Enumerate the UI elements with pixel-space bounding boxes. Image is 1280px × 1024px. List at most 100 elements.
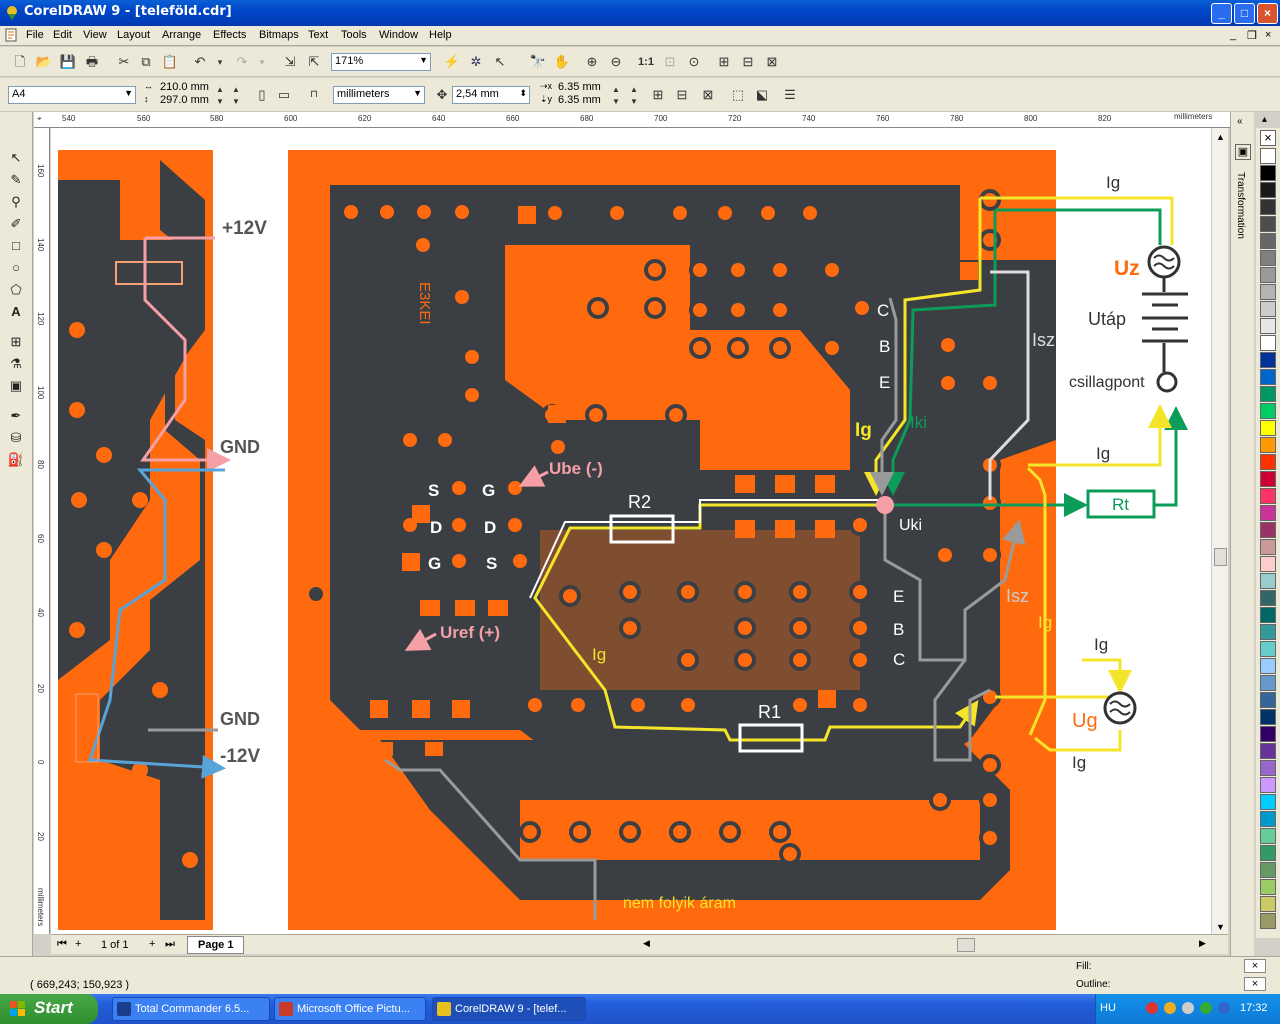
palette-swatch[interactable] — [1260, 573, 1276, 589]
palette-swatch[interactable] — [1260, 301, 1276, 317]
undo-icon[interactable]: ↶ — [190, 52, 210, 72]
scroll-left-icon[interactable]: ◀ — [643, 938, 650, 949]
whats-this-icon[interactable]: ↖ — [490, 52, 510, 72]
drawing-canvas[interactable]: +12V GND GND -12V E3KEI S D G G D S Ube … — [51, 128, 1211, 934]
palette-swatch[interactable] — [1260, 437, 1276, 453]
zoom-tool-icon[interactable]: 🔭 — [528, 52, 548, 72]
uki-node[interactable] — [876, 496, 894, 514]
zoom-out-icon[interactable]: ⊖ — [606, 52, 626, 72]
zoom-page-icon[interactable]: ⊞ — [714, 52, 734, 72]
last-page-icon[interactable]: ⏭ — [165, 938, 175, 951]
menu-arrange[interactable]: Arrange — [162, 29, 201, 41]
palette-swatch[interactable] — [1260, 539, 1276, 555]
palette-swatch[interactable] — [1260, 267, 1276, 283]
pcb-drawing[interactable]: +12V GND GND -12V E3KEI S D G G D S Ube … — [51, 128, 1211, 934]
open-icon[interactable]: 📂 — [34, 52, 54, 72]
doc-minimize-button[interactable]: _ — [1230, 29, 1236, 41]
vertical-scrollbar[interactable]: ▲ ▼ — [1211, 128, 1228, 934]
palette-swatch[interactable] — [1260, 182, 1276, 198]
palette-swatch[interactable] — [1260, 386, 1276, 402]
palette-swatch[interactable] — [1260, 709, 1276, 725]
menu-tools[interactable]: Tools — [341, 29, 367, 41]
snap-to-objects-icon[interactable]: ⊠ — [698, 85, 718, 105]
new-icon[interactable]: 🗋 — [10, 52, 30, 72]
palette-swatch[interactable] — [1260, 760, 1276, 776]
palette-swatch[interactable] — [1260, 675, 1276, 691]
palette-swatch[interactable] — [1260, 879, 1276, 895]
palette-swatch[interactable] — [1260, 250, 1276, 266]
palette-swatch[interactable] — [1260, 454, 1276, 470]
text-tool-icon[interactable]: A — [6, 302, 26, 322]
docker-tab-transformation[interactable]: Transformation — [1235, 172, 1246, 239]
taskbar-item-total-commander[interactable]: Total Commander 6.5... — [112, 997, 270, 1021]
palette-swatch[interactable] — [1260, 624, 1276, 640]
interactive-blend-tool-icon[interactable]: ⊞ — [6, 332, 26, 352]
zoom-level-select[interactable]: 171% ▼ — [331, 53, 431, 71]
zoom-selected-icon[interactable]: ⊡ — [660, 52, 680, 72]
menu-effects[interactable]: Effects — [213, 29, 246, 41]
doc-restore-button[interactable]: ❐ — [1247, 29, 1257, 42]
paper-size-select[interactable]: A4 ▼ — [8, 86, 136, 104]
palette-swatch[interactable] — [1260, 522, 1276, 538]
pan-tool-icon[interactable]: ✋ — [552, 52, 572, 72]
options-icon[interactable]: ☰ — [780, 85, 800, 105]
zoom-all-objects-icon[interactable]: ⊙ — [684, 52, 704, 72]
menu-bitmaps[interactable]: Bitmaps — [259, 29, 299, 41]
transformation-icon[interactable]: ▣ — [1235, 144, 1251, 160]
rectangle-tool-icon[interactable]: □ — [6, 236, 26, 256]
ellipse-tool-icon[interactable]: ○ — [6, 258, 26, 278]
duplicate-x-value[interactable]: 6.35 mm — [558, 81, 601, 93]
palette-swatch[interactable] — [1260, 726, 1276, 742]
palette-swatch[interactable] — [1260, 233, 1276, 249]
page-width-value[interactable]: 210.0 mm — [160, 81, 209, 93]
horizontal-scroll-thumb[interactable] — [957, 938, 975, 952]
menu-view[interactable]: View — [83, 29, 107, 41]
palette-swatch[interactable] — [1260, 862, 1276, 878]
page-height-value[interactable]: 297.0 mm — [160, 94, 209, 106]
palette-swatch[interactable] — [1260, 590, 1276, 606]
zoom-in-icon[interactable]: ⊕ — [582, 52, 602, 72]
menu-edit[interactable]: Edit — [53, 29, 72, 41]
page-tab[interactable]: Page 1 — [187, 936, 245, 954]
outline-tool-icon[interactable]: ✒ — [6, 406, 26, 426]
snap-to-grid-icon[interactable]: ⊞ — [648, 85, 668, 105]
menu-layout[interactable]: Layout — [117, 29, 150, 41]
first-page-icon[interactable]: ⏮ — [57, 938, 67, 951]
interactive-fill-tool-icon[interactable]: ▣ — [6, 376, 26, 396]
palette-swatch[interactable] — [1260, 488, 1276, 504]
doc-close-button[interactable]: × — [1265, 29, 1271, 41]
menu-window[interactable]: Window — [379, 29, 418, 41]
palette-swatch[interactable] — [1260, 811, 1276, 827]
scroll-right-icon[interactable]: ▶ — [1199, 938, 1206, 949]
palette-swatch[interactable] — [1260, 794, 1276, 810]
minimize-button[interactable]: _ — [1211, 3, 1232, 24]
redo-icon[interactable]: ↷ — [232, 52, 252, 72]
pick-tool-icon[interactable]: ↖ — [6, 148, 26, 168]
palette-swatch[interactable] — [1260, 199, 1276, 215]
paint-bucket-icon[interactable]: ⛽ — [6, 450, 26, 470]
fill-tool-icon[interactable]: ⛁ — [6, 428, 26, 448]
tray-bluetooth-icon[interactable] — [1218, 1002, 1230, 1014]
cut-icon[interactable]: ✂ — [114, 52, 134, 72]
palette-scroll-up-icon[interactable]: ▴ — [1262, 114, 1267, 125]
palette-swatch[interactable] — [1260, 896, 1276, 912]
landscape-icon[interactable]: ▭ — [274, 85, 294, 105]
corel-online-icon[interactable]: ✲ — [466, 52, 486, 72]
palette-swatch[interactable] — [1260, 318, 1276, 334]
tray-security-icon[interactable] — [1164, 1002, 1176, 1014]
palette-swatch[interactable] — [1260, 352, 1276, 368]
add-page-icon[interactable]: + — [75, 938, 81, 950]
duplicate-y-value[interactable]: 6.35 mm — [558, 94, 601, 106]
units-select[interactable]: millimeters ▼ — [333, 86, 425, 104]
zoom-actual-size-icon[interactable]: 1:1 — [636, 52, 656, 72]
palette-swatch[interactable] — [1260, 471, 1276, 487]
print-icon[interactable]: 🖶 — [82, 52, 102, 72]
spinner-down-icon[interactable]: ▼ — [606, 92, 626, 112]
taskbar-item-picture-manager[interactable]: Microsoft Office Pictu... — [274, 997, 426, 1021]
palette-swatch[interactable] — [1260, 743, 1276, 759]
page-layout-icon[interactable]: ⊓ — [304, 85, 324, 105]
palette-swatch[interactable] — [1260, 148, 1276, 164]
palette-swatch[interactable] — [1260, 165, 1276, 181]
palette-swatch[interactable] — [1260, 641, 1276, 657]
palette-swatch[interactable] — [1260, 403, 1276, 419]
